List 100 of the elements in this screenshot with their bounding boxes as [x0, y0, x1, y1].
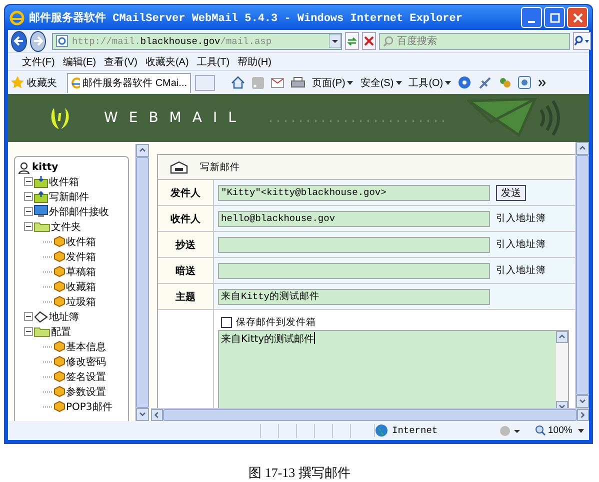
tree-item[interactable]: 发件箱 [66, 250, 96, 264]
tree-item[interactable]: 基本信息 [66, 340, 106, 354]
address-book-link[interactable]: 引入地址簿 [496, 238, 546, 251]
cube-icon [54, 356, 65, 367]
maximize-button[interactable] [544, 7, 565, 28]
tree-item[interactable]: 收件箱 [66, 234, 96, 248]
address-field[interactable]: http://mail.blackhouse.gov/mail.asp [52, 32, 342, 50]
text-field[interactable]: hello@blackhouse.gov [218, 210, 490, 226]
tree-connector-line [43, 406, 53, 408]
print-icon[interactable] [291, 76, 305, 88]
toolbar-app-icon[interactable] [518, 76, 532, 89]
tree-item[interactable]: 参数设置 [66, 384, 106, 398]
collapse-icon[interactable] [24, 207, 33, 216]
menu-item[interactable]: 收藏夹(A) [145, 54, 189, 68]
tree-connector-line [43, 390, 53, 392]
tree-item[interactable]: 签名设置 [66, 370, 106, 384]
tree-item[interactable]: POP3邮件 [66, 400, 112, 414]
tree-item[interactable]: 配置 [51, 324, 71, 338]
collapse-icon[interactable] [24, 312, 33, 321]
inbox-icon [34, 176, 48, 188]
tree-item[interactable]: 文件夹 [51, 220, 81, 234]
minimize-button[interactable] [521, 7, 542, 28]
cube-icon [54, 401, 65, 412]
scroll-up-icon[interactable] [556, 331, 568, 343]
collapse-icon[interactable] [24, 177, 33, 186]
scrollbar[interactable] [575, 142, 589, 408]
command-menu[interactable]: 安全(S) [360, 76, 402, 90]
stop-button[interactable] [362, 32, 376, 50]
maximize-icon [550, 12, 560, 22]
scroll-down-icon[interactable] [576, 395, 589, 408]
collapse-icon[interactable] [24, 222, 33, 231]
forward-arrow-icon [31, 34, 45, 48]
chevron-icon[interactable] [538, 78, 546, 86]
magnifier-icon [535, 425, 546, 436]
tree-connector-line [43, 286, 53, 288]
send-button[interactable]: 发送 [496, 184, 526, 200]
user-icon [18, 162, 30, 174]
tree-item[interactable]: 写新邮件 [49, 190, 89, 204]
forward-button[interactable] [30, 30, 46, 52]
back-arrow-icon [12, 34, 26, 48]
tree-item[interactable]: 地址簿 [49, 310, 79, 324]
scroll-right-icon[interactable] [577, 409, 589, 421]
tree-connector-line [43, 240, 53, 242]
folder-icon [34, 221, 50, 232]
close-icon [572, 12, 582, 22]
command-menu[interactable]: 页面(P) [312, 76, 354, 90]
text-field[interactable] [218, 262, 490, 278]
home-icon[interactable] [231, 76, 245, 89]
address-book-link[interactable]: 引入地址簿 [496, 264, 546, 277]
scroll-up-icon[interactable] [576, 142, 589, 155]
menu-item[interactable]: 编辑(E) [62, 54, 96, 68]
zoom-button[interactable]: 100% [527, 425, 572, 436]
tree-item[interactable]: 收藏箱 [66, 280, 96, 294]
dropdown-button[interactable] [329, 34, 341, 48]
field-label: 抄送 [158, 232, 214, 257]
collapse-icon[interactable] [24, 327, 33, 336]
tree-item[interactable]: 垃圾箱 [66, 294, 96, 308]
tree-item[interactable]: 草稿箱 [66, 264, 96, 278]
monitor-icon [34, 205, 48, 218]
text-field[interactable]: "Kitty"<kitty@blackhouse.gov> [218, 184, 490, 200]
tree-item[interactable]: kitty [32, 162, 58, 173]
minimize-icon [528, 20, 535, 22]
menu-item[interactable]: 文件(F) [22, 54, 55, 68]
checkbox[interactable] [221, 317, 232, 328]
figure-caption: 图 17-13 撰写邮件 [248, 464, 352, 482]
browser-tab[interactable]: 邮件服务器软件 CMai... [67, 72, 191, 92]
tree-connector-line [43, 376, 53, 378]
collapse-icon[interactable] [24, 192, 33, 201]
diamond-icon [34, 310, 48, 322]
command-menu[interactable]: 工具(O) [408, 76, 452, 90]
tree-item[interactable]: 修改密码 [66, 354, 106, 368]
close-button[interactable] [567, 7, 588, 28]
address-book-link[interactable]: 引入地址簿 [496, 212, 546, 225]
menu-item[interactable]: 工具(T) [196, 54, 230, 68]
mail-icon[interactable] [271, 78, 284, 88]
dropdown-caret-icon[interactable] [578, 428, 584, 432]
search-field[interactable]: 百度搜索 [379, 32, 570, 50]
tree-connector-line [43, 256, 53, 258]
message-body-field[interactable]: 来自Kitty的测试邮件 [218, 330, 569, 408]
scroll-up-icon[interactable] [136, 144, 149, 157]
field-label: 发件人 [158, 180, 214, 205]
cube-icon [54, 386, 65, 397]
favorites-button[interactable]: 收藏夹 [11, 76, 63, 90]
caret-icon [347, 80, 354, 84]
scroll-down-icon[interactable] [136, 408, 149, 421]
field-label: 主题 [158, 284, 214, 309]
scrollbar[interactable] [135, 144, 149, 421]
back-button[interactable] [11, 30, 27, 52]
outbox-icon [34, 190, 48, 202]
horizontal-scrollbar[interactable] [151, 408, 589, 421]
menu-item[interactable]: 帮助(H) [238, 54, 272, 68]
tree-item[interactable]: 收件箱 [49, 174, 79, 188]
scroll-left-icon[interactable] [151, 409, 163, 421]
menu-item[interactable]: 查看(V) [104, 54, 138, 68]
field-label: 收件人 [158, 206, 214, 231]
text-field[interactable]: 来自Kitty的测试邮件 [218, 288, 490, 304]
cube-icon [54, 371, 65, 382]
tree-item[interactable]: 外部邮件接收 [49, 204, 109, 218]
text-field[interactable] [218, 236, 490, 252]
search-button[interactable] [573, 32, 591, 50]
